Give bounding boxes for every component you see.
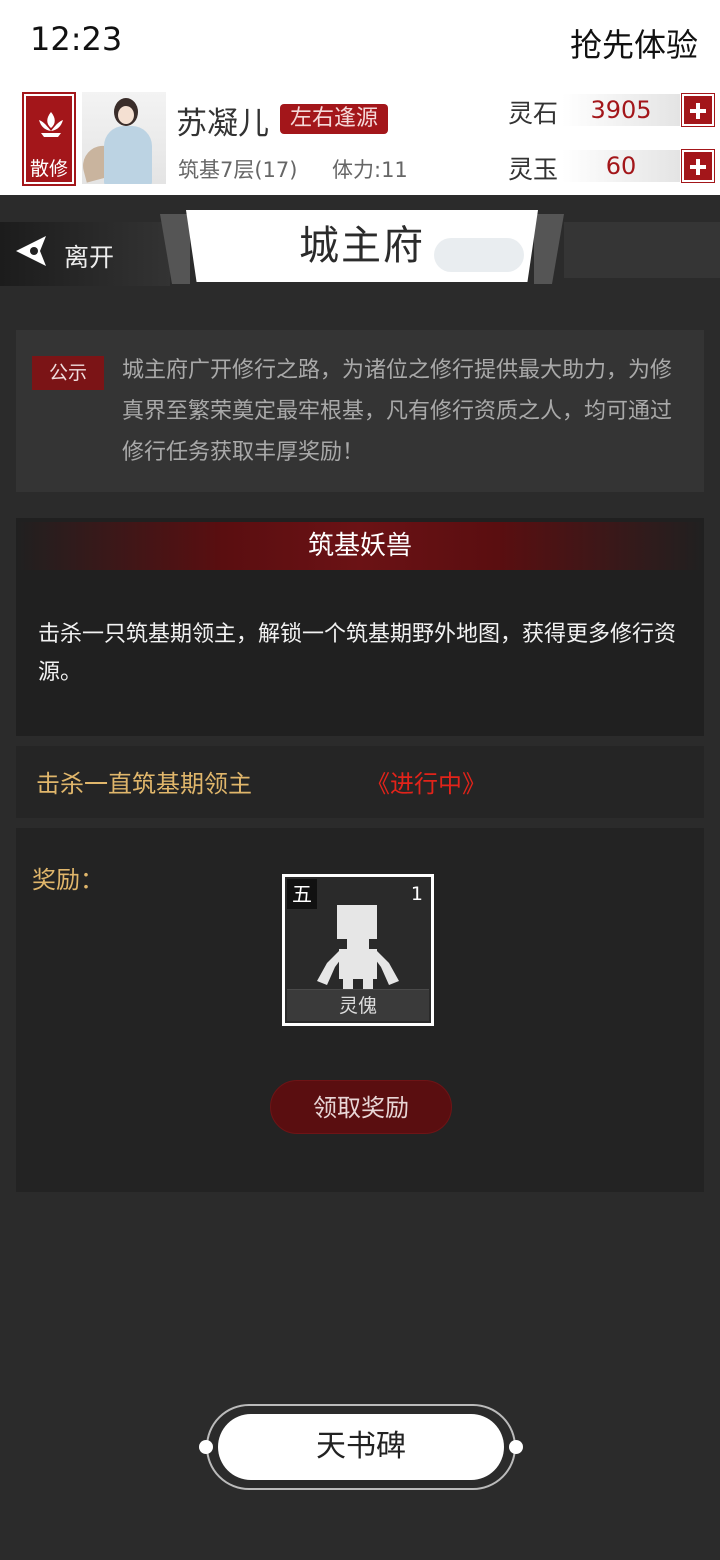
- claim-reward-button[interactable]: 领取奖励: [270, 1080, 452, 1134]
- avatar[interactable]: [82, 92, 166, 184]
- player-name: 苏凝儿: [176, 106, 269, 142]
- early-access-label[interactable]: 抢先体验: [570, 20, 698, 66]
- notice-panel: 公示 城主府广开修行之路，为诸位之修行提供最大助力，为修真界至繁荣奠定最牢根基，…: [16, 330, 704, 492]
- quest-objective-row: 击杀一直筑基期领主 《进行中》: [16, 746, 704, 818]
- page-title-plate: 城主府: [186, 210, 538, 282]
- currency-label-lingyu: 灵玉: [508, 155, 559, 184]
- reward-item[interactable]: 五 1 灵傀: [282, 874, 434, 1026]
- quest-description: 击杀一只筑基期领主，解锁一个筑基期野外地图，获得更多修行资源。: [38, 622, 677, 685]
- item-name: 灵傀: [287, 989, 429, 1021]
- tianshu-stele-label: 天书碑: [218, 1414, 504, 1480]
- lotus-icon: [39, 112, 63, 137]
- add-lingshi-button[interactable]: [681, 93, 715, 127]
- rewards-label: 奖励：: [32, 866, 104, 894]
- back-arrow-icon: [16, 236, 46, 266]
- quest-title: 筑基妖兽: [16, 522, 704, 570]
- quest-status: 《进行中》: [366, 770, 486, 798]
- quest-panel: 筑基妖兽 击杀一只筑基期领主，解锁一个筑基期野外地图，获得更多修行资源。: [16, 518, 704, 736]
- sect-badge[interactable]: 散修: [22, 92, 76, 186]
- player-level: 筑基7层(17): [178, 158, 298, 182]
- sect-label: 散修: [29, 158, 68, 180]
- tianshu-stele-button[interactable]: 天书碑: [199, 1404, 523, 1490]
- puppet-icon: [317, 905, 399, 993]
- title-bar: 离开 城主府: [0, 210, 720, 286]
- currency-value-lingshi: 3905: [562, 94, 680, 126]
- player-stamina: 体力:11: [332, 158, 408, 182]
- add-lingyu-button[interactable]: [681, 149, 715, 183]
- cloud-decoration-icon: [434, 238, 524, 272]
- notice-tag: 公示: [32, 356, 104, 390]
- leave-label: 离开: [64, 243, 115, 272]
- notice-text: 城主府广开修行之路，为诸位之修行提供最大助力，为修真界至繁荣奠定最牢根基，凡有修…: [122, 358, 673, 465]
- page-title: 城主府: [299, 223, 425, 269]
- player-header: 散修 苏凝儿 左右逢源 筑基7层(17) 体力:11 灵石 3905 灵玉 60: [0, 82, 720, 195]
- leave-button[interactable]: 离开: [0, 222, 170, 286]
- quest-objective: 击杀一直筑基期领主: [36, 770, 252, 798]
- rewards-panel: 奖励： 五 1 灵傀 领取奖励: [16, 828, 704, 1192]
- currency-label-lingshi: 灵石: [508, 99, 559, 128]
- status-bar: 12:23 抢先体验: [0, 0, 720, 82]
- player-title-badge: 左右逢源: [280, 104, 389, 134]
- status-time: 12:23: [30, 20, 123, 58]
- currency-value-lingyu: 60: [562, 150, 680, 182]
- item-count: 1: [410, 883, 423, 905]
